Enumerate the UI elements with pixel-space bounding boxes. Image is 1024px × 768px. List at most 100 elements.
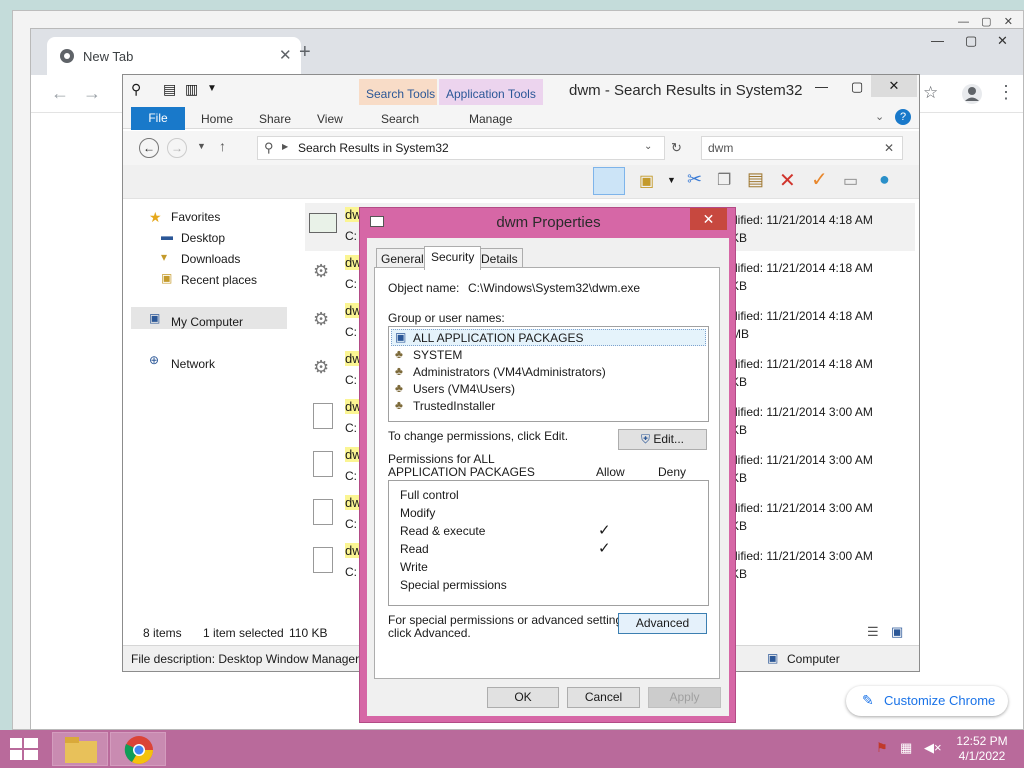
tab-general[interactable]: General [376, 248, 429, 268]
permission-name: Write [400, 560, 428, 574]
tab-manage[interactable]: Manage [469, 112, 512, 126]
pencil-icon: ✎ [862, 692, 874, 708]
rename-icon[interactable]: ▭ [843, 171, 858, 191]
large-icons-view-icon[interactable]: ▣ [891, 624, 903, 640]
menu-dots-icon[interactable]: ⋮ [997, 82, 1015, 103]
minimize-icon[interactable]: — [931, 33, 944, 48]
tab-share[interactable]: Share [259, 112, 291, 126]
group-name[interactable]: TrustedInstaller [413, 399, 495, 413]
nav-recent-places[interactable]: Recent places [181, 273, 257, 287]
ok-button[interactable]: OK [487, 687, 559, 708]
file-date: dified: 11/21/2014 3:00 AM [731, 453, 873, 467]
file-path: C: [345, 229, 357, 243]
chrome-tab-title: New Tab [83, 49, 134, 64]
windows-start-icon[interactable] [10, 738, 38, 760]
search-input[interactable]: dwm ✕ [701, 136, 903, 160]
back-arrow-icon[interactable]: ← [139, 138, 159, 158]
tab-view[interactable]: View [317, 112, 343, 126]
copy-icon[interactable]: ❐ [717, 170, 731, 190]
maximize-icon[interactable]: ▢ [851, 79, 863, 95]
nav-downloads[interactable]: Downloads [181, 252, 240, 266]
star-icon[interactable]: ☆ [923, 83, 938, 103]
document-icon [313, 499, 333, 525]
up-arrow-icon[interactable]: ↑ [219, 138, 226, 154]
file-path: C: [345, 277, 357, 291]
address-box[interactable]: ⚲ ▶ Search Results in System32 ⌄ [257, 136, 665, 160]
file-path: C: [345, 325, 357, 339]
help-icon[interactable]: ? [895, 109, 911, 125]
computer-icon: ▣ [767, 651, 779, 665]
tab-home[interactable]: Home [201, 112, 233, 126]
search-icon: ⚲ [131, 81, 142, 97]
background-window-controls[interactable]: — ▢ ✕ [958, 15, 1013, 28]
chevron-down-icon[interactable]: ⌄ [644, 141, 652, 152]
nav-desktop[interactable]: Desktop [181, 231, 225, 245]
tab-security[interactable]: Security [424, 246, 482, 270]
computer-icon: ▣ [149, 311, 161, 325]
computer-label: Computer [787, 652, 840, 666]
toolbar-strip: ▣ ▼ ✂ ❐ ▤ ✕ ✓ ▭ ● [123, 165, 919, 199]
chrome-logo-icon [124, 736, 153, 764]
globe-icon[interactable]: ● [879, 169, 890, 190]
taskbar-chrome[interactable] [110, 732, 166, 766]
group-name[interactable]: Users (VM4\Users) [413, 382, 515, 396]
delete-icon[interactable]: ✕ [779, 168, 796, 193]
group-name[interactable]: Administrators (VM4\Administrators) [413, 365, 606, 379]
chevron-down-icon[interactable]: ▼ [197, 141, 206, 151]
chevron-down-icon[interactable]: ▼ [667, 175, 676, 185]
speaker-muted-icon[interactable]: ◀× [924, 740, 942, 756]
user-group-icon: ▣ [395, 330, 407, 344]
clear-search-icon[interactable]: ✕ [884, 141, 894, 155]
permissions-for-label: Permissions for ALL [388, 452, 495, 466]
edit-button[interactable]: ⛨ Edit... [618, 429, 707, 450]
group-list[interactable]: ▣ ALL APPLICATION PACKAGES ♣ SYSTEM ♣ Ad… [388, 326, 709, 422]
back-arrow-icon[interactable]: ← [51, 83, 69, 104]
folder-icon[interactable]: ▣ [639, 171, 654, 191]
file-date: dified: 11/21/2014 3:00 AM [731, 501, 873, 515]
cancel-button[interactable]: Cancel [567, 687, 640, 708]
advanced-button[interactable]: Advanced [618, 613, 707, 634]
close-icon[interactable]: ✕ [997, 33, 1008, 49]
close-icon[interactable]: ✕ [871, 75, 917, 97]
preview-pane-icon[interactable] [593, 167, 625, 195]
close-icon[interactable]: ✕ [279, 46, 292, 64]
apply-button[interactable]: Apply [648, 687, 721, 708]
file-date: dified: 11/21/2014 4:18 AM [731, 357, 873, 371]
details-view-icon[interactable]: ☰ [867, 624, 879, 640]
tab-file[interactable]: File [131, 107, 185, 130]
tab-details[interactable]: Details [476, 248, 523, 268]
nav-network[interactable]: Network [171, 357, 215, 371]
maximize-icon[interactable]: ▢ [965, 33, 977, 49]
object-name-value: C:\Windows\System32\dwm.exe [468, 281, 641, 295]
tab-search[interactable]: Search [381, 112, 419, 126]
object-name-label: Object name: [388, 281, 460, 295]
properties-icon[interactable]: ▤ [163, 81, 176, 98]
permissions-list: Full control Modify Read & execute ✓ Rea… [388, 480, 709, 606]
cut-icon[interactable]: ✂ [687, 169, 702, 190]
customize-chrome-button[interactable]: ✎ Customize Chrome [846, 686, 1008, 716]
permission-name: Special permissions [400, 578, 507, 592]
taskbar-explorer[interactable] [52, 732, 108, 766]
search-icon: ⚲ [264, 140, 274, 155]
ribbon-tabs [123, 105, 919, 129]
forward-arrow-icon[interactable]: → [83, 83, 101, 104]
profile-icon[interactable] [961, 83, 983, 105]
group-name[interactable]: SYSTEM [413, 348, 462, 362]
close-icon[interactable]: ✕ [690, 208, 727, 230]
refresh-icon[interactable]: ↻ [671, 140, 682, 156]
network-icon[interactable]: ▦ [900, 740, 912, 756]
nav-favorites[interactable]: Favorites [171, 210, 220, 224]
chevron-down-icon[interactable]: ▼ [207, 83, 217, 94]
chrome-tab[interactable]: New Tab ✕ [47, 37, 301, 75]
paste-icon[interactable]: ▤ [747, 169, 764, 190]
nav-my-computer[interactable]: My Computer [171, 315, 243, 329]
folder-icon[interactable]: ▥ [185, 81, 198, 98]
checkmark-icon[interactable]: ✓ [811, 167, 828, 192]
folder-icon [65, 737, 97, 763]
flag-icon[interactable]: ⚑ [876, 740, 888, 756]
taskbar-clock[interactable]: 12:52 PM 4/1/2022 [952, 734, 1012, 764]
minimize-icon[interactable]: — [815, 79, 828, 94]
forward-arrow-icon[interactable]: → [167, 138, 187, 158]
new-tab-icon[interactable]: + [299, 41, 311, 64]
chevron-down-icon[interactable]: ⌄ [875, 110, 884, 123]
